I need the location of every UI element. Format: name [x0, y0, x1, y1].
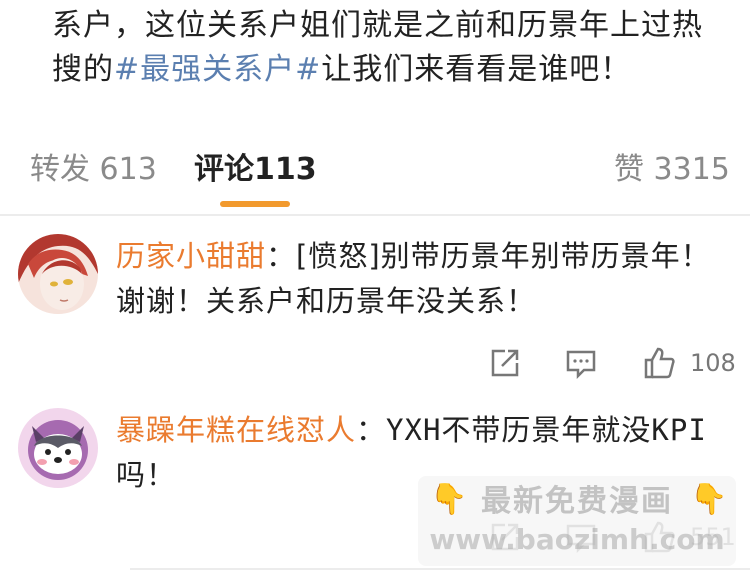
- avatar[interactable]: [18, 234, 98, 314]
- comment-text-1: YXH不带历景年就没KPI: [386, 413, 707, 447]
- comment-actions: 108: [0, 346, 750, 386]
- tab-comments-label: 评论: [194, 152, 254, 187]
- watermark: 👇 👇 最新免费漫画 www.baozimh.com: [418, 476, 736, 566]
- engagement-tabs: 转发 613 评论113 赞 3315: [0, 148, 750, 208]
- active-tab-indicator: [220, 201, 290, 207]
- tab-likes-count: 3315: [653, 152, 730, 187]
- comment-username[interactable]: 历家小甜甜: [116, 239, 266, 273]
- watermark-url: www.baozimh.com: [429, 523, 725, 556]
- post-line-2: 搜的#最强关系户#让我们来看看是谁吧！: [52, 48, 742, 92]
- tabs-divider: [0, 214, 750, 216]
- comment-body: 历家小甜甜：[愤怒]别带历景年别带历景年！ 谢谢！关系户和历景年没关系！: [116, 234, 742, 324]
- thumbs-up-icon[interactable]: [642, 346, 676, 380]
- comment-separator: ：: [266, 239, 297, 273]
- tab-comments-count: 113: [254, 152, 317, 187]
- comment-icon[interactable]: [564, 346, 598, 380]
- tab-repost[interactable]: 转发 613: [30, 148, 157, 192]
- post-line-2-prefix: 搜的: [52, 52, 114, 87]
- post-line-1: 系户，这位关系户姐们就是之前和历景年上过热: [52, 8, 703, 43]
- post-text: 系户，这位关系户姐们就是之前和历景年上过热 搜的#最强关系户#让我们来看看是谁吧…: [52, 4, 742, 92]
- share-icon[interactable]: [488, 346, 522, 380]
- avatar[interactable]: [18, 408, 98, 488]
- hashtag-link[interactable]: #最强关系户#: [114, 52, 321, 87]
- comment-username[interactable]: 暴躁年糕在线怼人: [116, 413, 356, 447]
- tab-likes[interactable]: 赞 3315: [614, 148, 730, 192]
- tab-likes-label: 赞: [614, 152, 644, 187]
- comment-line-2: 谢谢！关系户和历景年没关系！: [116, 284, 537, 318]
- tab-repost-label: 转发: [30, 152, 90, 187]
- comment-divider: [130, 568, 750, 570]
- like-count: 108: [690, 349, 736, 377]
- tab-repost-count: 613: [99, 152, 157, 187]
- comment-line-1: 暴躁年糕在线怼人：YXH不带历景年就没KPI: [116, 408, 742, 453]
- watermark-title: 最新免费漫画: [481, 484, 673, 519]
- comment-line-1: 历家小甜甜：[愤怒]别带历景年别带历景年！: [116, 234, 742, 279]
- tab-comments[interactable]: 评论113: [194, 148, 317, 192]
- comment-text-1: [愤怒]别带历景年别带历景年！: [296, 239, 711, 273]
- post-line-2-suffix: 让我们来看看是谁吧！: [321, 52, 632, 87]
- comment-separator: ：: [356, 413, 387, 447]
